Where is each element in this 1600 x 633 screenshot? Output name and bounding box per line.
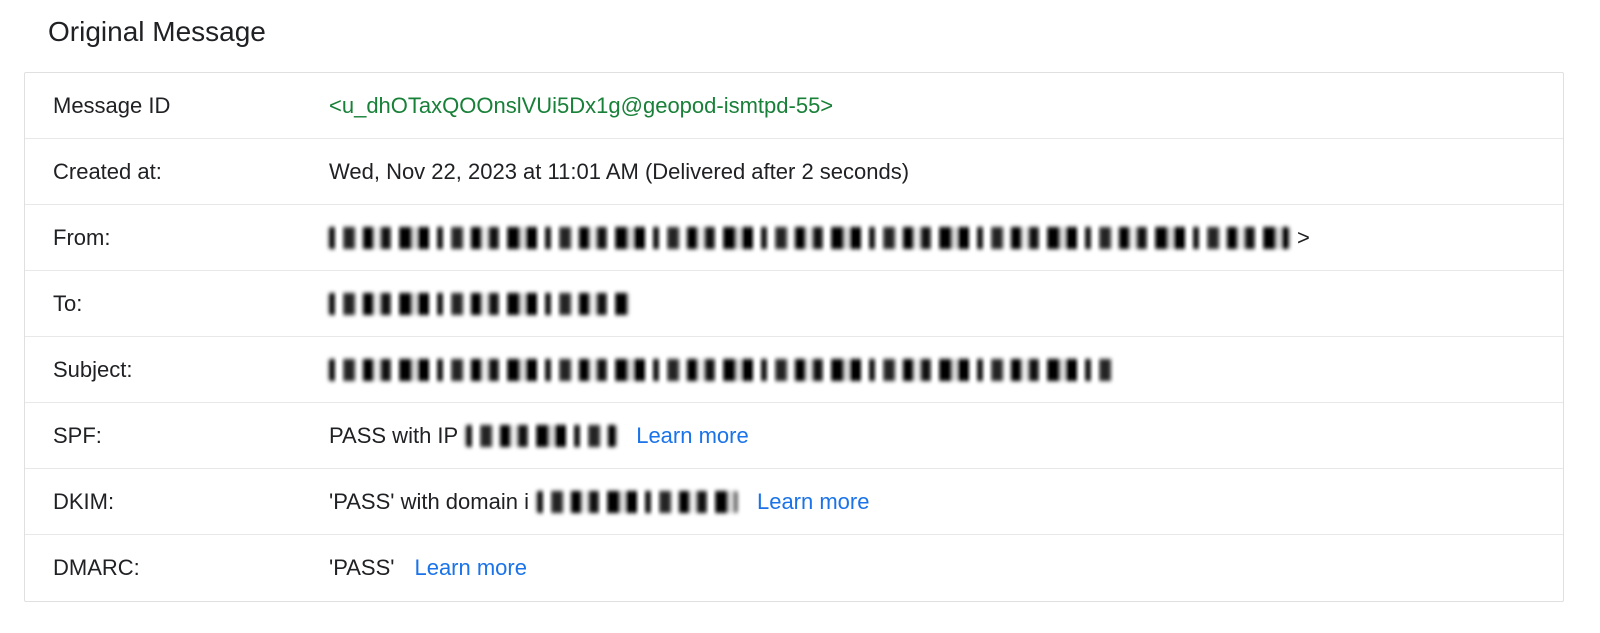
row-from: From: >	[25, 205, 1563, 271]
dmarc-learn-more-link[interactable]: Learn more	[414, 555, 527, 581]
label-from: From:	[53, 225, 329, 251]
label-dkim: DKIM:	[53, 489, 329, 515]
redacted-to	[329, 293, 629, 315]
label-subject: Subject:	[53, 357, 329, 383]
value-dmarc: 'PASS' Learn more	[329, 555, 527, 581]
row-dmarc: DMARC: 'PASS' Learn more	[25, 535, 1563, 601]
original-message-table: Message ID <u_dhOTaxQOOnslVUi5Dx1g@geopo…	[24, 72, 1564, 602]
message-id-text: <u_dhOTaxQOOnslVUi5Dx1g@geopod-ismtpd-55…	[329, 93, 833, 119]
redacted-subject	[329, 359, 1119, 381]
spf-pass-text: PASS with IP	[329, 423, 458, 449]
row-to: To:	[25, 271, 1563, 337]
value-message-id: <u_dhOTaxQOOnslVUi5Dx1g@geopod-ismtpd-55…	[329, 93, 833, 119]
row-message-id: Message ID <u_dhOTaxQOOnslVUi5Dx1g@geopo…	[25, 73, 1563, 139]
label-spf: SPF:	[53, 423, 329, 449]
row-subject: Subject:	[25, 337, 1563, 403]
label-created-at: Created at:	[53, 159, 329, 185]
value-dkim: 'PASS' with domain i Learn more	[329, 489, 869, 515]
redacted-dkim-domain	[537, 491, 737, 513]
dkim-pass-text: 'PASS' with domain i	[329, 489, 529, 515]
spf-learn-more-link[interactable]: Learn more	[636, 423, 749, 449]
label-dmarc: DMARC:	[53, 555, 329, 581]
value-created-at: Wed, Nov 22, 2023 at 11:01 AM (Delivered…	[329, 159, 909, 185]
dkim-learn-more-link[interactable]: Learn more	[757, 489, 870, 515]
label-to: To:	[53, 291, 329, 317]
value-from: >	[329, 225, 1310, 251]
redacted-from	[329, 227, 1289, 249]
value-to	[329, 293, 629, 315]
value-subject	[329, 359, 1119, 381]
row-spf: SPF: PASS with IP Learn more	[25, 403, 1563, 469]
row-dkim: DKIM: 'PASS' with domain i Learn more	[25, 469, 1563, 535]
section-title: Original Message	[48, 16, 1576, 48]
redacted-spf-ip	[466, 425, 616, 447]
value-spf: PASS with IP Learn more	[329, 423, 749, 449]
label-message-id: Message ID	[53, 93, 329, 119]
from-suffix: >	[1297, 225, 1310, 251]
row-created-at: Created at: Wed, Nov 22, 2023 at 11:01 A…	[25, 139, 1563, 205]
dmarc-pass-text: 'PASS'	[329, 555, 394, 581]
